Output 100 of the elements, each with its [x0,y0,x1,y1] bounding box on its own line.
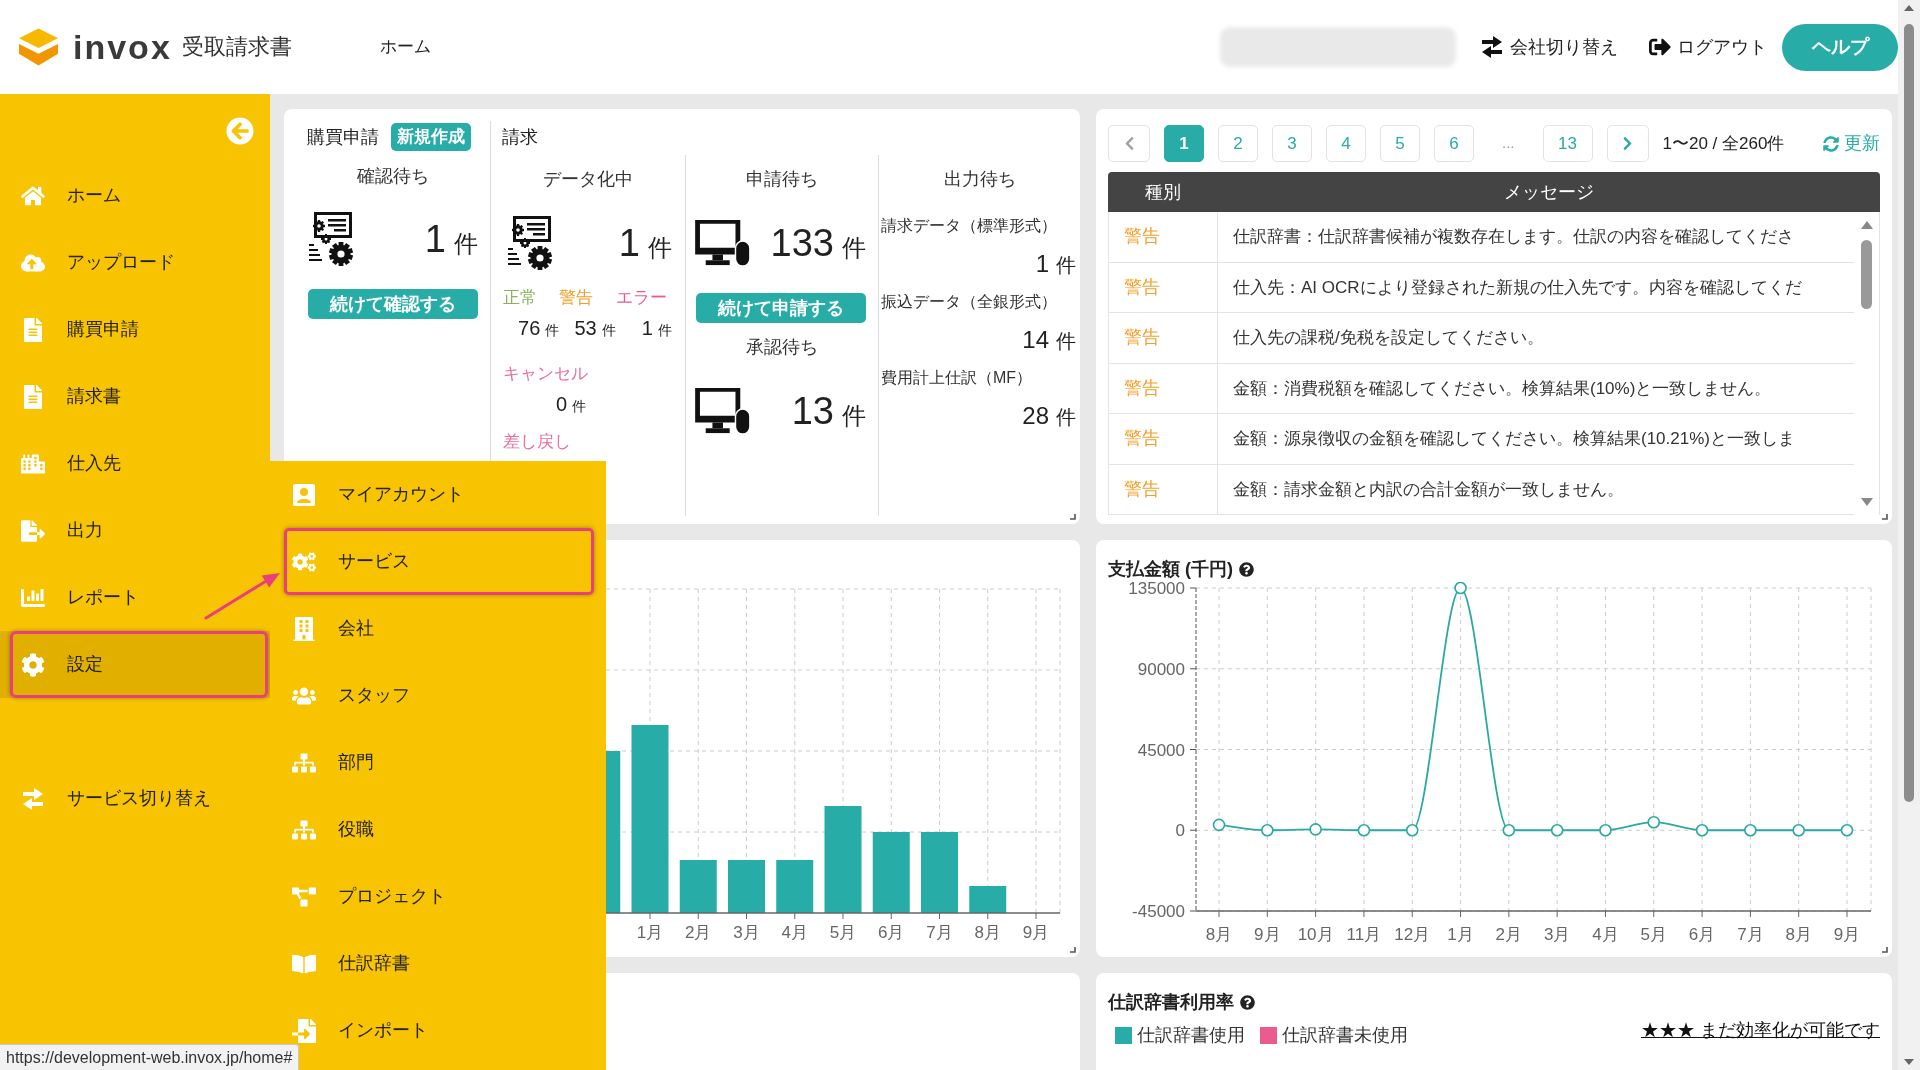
axis-label: 12月 [1394,925,1431,944]
header-link[interactable]: ログアウト [1649,33,1767,61]
axis-label: 45000 [1137,740,1185,760]
column-heading: 承認待ち [746,335,818,359]
menu-item[interactable]: 出力 [10,497,200,564]
resize-handle-icon[interactable] [1070,947,1076,953]
file-export-icon [21,518,45,543]
count-text: 1 件 [424,220,478,258]
column-heading: 申請待ち [746,167,818,191]
status-label: キャンセル [503,363,588,386]
axis-label: 8月 [1205,925,1233,944]
axis-label: 4月 [781,923,808,942]
data-point [1405,823,1419,837]
menu-item[interactable]: 役職 [284,796,594,863]
swap-arrows-icon [21,786,45,811]
menu-item[interactable]: 部門 [284,729,594,796]
arrow-up-icon[interactable] [1904,5,1914,11]
count-text: 133 件 [770,224,866,262]
axis-label: 4月 [1592,925,1619,944]
data-point [1212,818,1226,832]
menu-item[interactable]: サービス切り替え [10,765,268,832]
legend-label: 仕訳辞書未使用 [1282,1023,1408,1047]
menu-item[interactable]: マイアカウント [284,461,594,528]
status-label: 正常 [503,287,537,310]
status-url-bar: https://development-web.invox.jp/home# [0,1044,300,1070]
column-heading: データ化中 [543,167,633,191]
axis-label: 6月 [878,923,905,942]
efficiency-link[interactable]: ★★★ まだ効率化が可能です [1641,1017,1880,1044]
chart-bar [969,886,1007,913]
axis-label: 90000 [1137,659,1185,679]
help-icon[interactable] [1239,561,1254,577]
logout-icon [1649,36,1671,58]
table-cell: 警告 [1109,363,1218,413]
section-title: 購買申請 [307,125,379,149]
status-label: エラー [615,287,667,310]
diagram-icon [292,884,316,909]
scrollbar-thumb[interactable] [1904,24,1914,802]
menu-item[interactable]: サービス [284,528,594,595]
pagination-ellipsis: ... [1502,133,1515,154]
data-point [1840,823,1854,837]
axis-label: -45000 [1132,902,1185,921]
table-cell-text: 金額：源泉徴収の金額を確認してください。検算結果(10.21%)と一致しま [1232,428,1796,450]
org-chart-icon [292,750,316,775]
table-cell-text: 仕入先の課税/免税を設定してください。 [1232,327,1545,349]
arrow-down-icon[interactable] [1904,1059,1914,1065]
resize-handle-icon[interactable] [1882,947,1888,953]
menu-item[interactable]: アップロード [10,229,200,296]
chart-title: 仕訳辞書利用率 [1108,990,1234,1014]
help-icon[interactable] [1240,994,1255,1010]
status-label: 警告 [559,287,594,310]
data-point [1695,823,1709,837]
menu-item[interactable]: 仕入先 [10,430,200,497]
settings-icon [21,652,45,677]
document-icon [21,317,45,342]
nav-link[interactable]: ホーム [380,34,431,60]
header-link[interactable]: 会社切り替え [1480,33,1618,61]
scrollbar-thumb[interactable] [1861,240,1872,309]
monitor-mouse-icon [695,387,751,435]
axis-label: 8月 [1785,925,1812,944]
document-icon [21,384,45,409]
axis-label: 6月 [1688,925,1716,944]
axis-label: 9月 [1022,923,1050,942]
gears-icon [292,549,316,574]
legend-label: 仕訳辞書使用 [1137,1023,1245,1047]
arrow-down-icon[interactable] [1860,498,1873,506]
user-card-icon [292,482,316,507]
document-gears-icon [507,215,553,271]
axis-label: 8月 [974,923,1001,942]
data-point [1744,823,1757,837]
menu-item[interactable]: 設定 [10,631,268,698]
table-cell: 警告 [1109,464,1218,514]
count-text: 0 件 [556,394,587,414]
menu-item[interactable]: 仕訳辞書 [284,930,594,997]
axis-label: 3月 [733,923,760,942]
count-text: 1 件 [1035,252,1076,276]
file-import-icon [292,1018,316,1043]
menu-item[interactable]: レポート [10,564,200,631]
arrow-up-icon[interactable] [1860,221,1873,229]
count-text: 1 件 [641,318,672,338]
table-cell-text: 金額：請求金額と内訳の合計金額が一致しません。 [1232,478,1625,501]
table-cell-text: 仕入先：AI OCRにより登録された新規の仕入先です。内容を確認してくだ [1232,276,1803,299]
data-point [1647,815,1661,829]
resize-handle-icon[interactable] [1882,514,1888,520]
column-heading: 出力待ち [943,167,1016,191]
refresh-icon [1823,135,1839,152]
menu-item[interactable]: 会社 [284,595,594,662]
data-point [1357,823,1371,837]
resize-handle-icon[interactable] [1070,514,1076,520]
table-cell: 警告 [1109,212,1218,262]
menu-item[interactable]: 購買申請 [10,296,200,363]
menu-item[interactable]: ホーム [10,162,200,229]
data-point [1550,823,1564,837]
menu-item[interactable]: スタッフ [284,662,594,729]
axis-label: 0 [1175,821,1185,841]
logo-icon [18,27,59,67]
count-text: 13 件 [791,392,866,430]
menu-item[interactable]: プロジェクト [284,863,594,930]
menu-item[interactable]: 請求書 [10,363,200,430]
org-chart-icon [292,817,316,842]
axis-label: 9月 [1833,925,1861,944]
